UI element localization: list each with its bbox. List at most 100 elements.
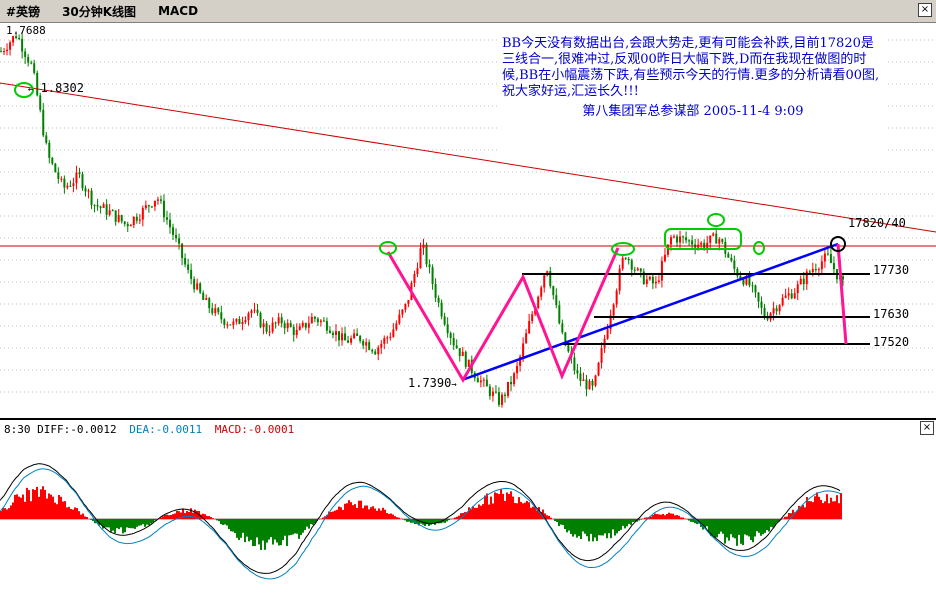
macd-bar bbox=[522, 503, 524, 519]
candle-body bbox=[612, 304, 615, 316]
macd-bar bbox=[822, 503, 824, 519]
macd-bar bbox=[168, 515, 170, 519]
macd-bar bbox=[668, 512, 670, 519]
macd-bar bbox=[736, 519, 738, 546]
candle-body bbox=[377, 347, 380, 355]
macd-bar bbox=[330, 511, 332, 519]
macd-bar bbox=[296, 519, 298, 534]
candle-body bbox=[814, 269, 817, 271]
candle-body bbox=[286, 323, 289, 329]
macd-bar bbox=[490, 496, 492, 519]
candle-body bbox=[561, 323, 564, 333]
macd-bar bbox=[352, 505, 354, 519]
macd-bar bbox=[492, 503, 494, 519]
candle-body bbox=[808, 271, 811, 273]
macd-bar bbox=[288, 519, 290, 536]
macd-bar bbox=[46, 498, 48, 519]
macd-bar bbox=[630, 519, 632, 525]
candle-body bbox=[790, 293, 793, 299]
candle-body bbox=[820, 261, 823, 270]
macd-bar bbox=[392, 514, 394, 519]
candle-body bbox=[271, 322, 274, 332]
candle-body bbox=[416, 268, 419, 275]
candle-body bbox=[66, 185, 69, 188]
candle-body bbox=[325, 321, 328, 331]
macd-bar bbox=[106, 519, 108, 528]
macd-bar bbox=[6, 509, 8, 519]
macd-bar bbox=[138, 519, 140, 526]
macd-bar bbox=[396, 517, 398, 519]
macd-bar bbox=[580, 519, 582, 539]
macd-bar bbox=[398, 517, 400, 519]
candle-body bbox=[712, 233, 715, 236]
macd-bar bbox=[828, 503, 830, 519]
macd-bar bbox=[92, 519, 94, 521]
candle-body bbox=[522, 343, 525, 357]
macd-bar bbox=[338, 506, 340, 519]
macd-bar bbox=[678, 515, 680, 519]
macd-bar bbox=[104, 519, 106, 528]
macd-bar bbox=[116, 519, 118, 529]
candle-body bbox=[398, 314, 401, 324]
macd-bar bbox=[278, 519, 280, 546]
analysis-annotation[interactable]: BB今天没有数据出台,会跟大势走,更有可能会补跌,目前17820是三线合一,很难… bbox=[500, 36, 886, 152]
candle-body bbox=[196, 283, 199, 290]
candle-body bbox=[413, 274, 416, 283]
macd-bar bbox=[356, 507, 358, 519]
macd-bar bbox=[370, 507, 372, 519]
candle-body bbox=[322, 320, 325, 322]
annotation-signature: 第八集团军总参谋部 2005-11-4 9:09 bbox=[582, 104, 804, 119]
candle-body bbox=[356, 333, 359, 336]
macd-bar bbox=[40, 489, 42, 519]
candle-body bbox=[304, 323, 307, 328]
macd-bar bbox=[732, 519, 734, 538]
candle-body bbox=[482, 379, 485, 381]
macd-bar bbox=[144, 519, 146, 527]
macd-bar bbox=[54, 502, 56, 519]
macd-bar bbox=[654, 513, 656, 519]
candle-body bbox=[371, 349, 374, 352]
candle-body bbox=[241, 322, 244, 325]
candle-body bbox=[748, 276, 751, 286]
macd-bar bbox=[16, 494, 18, 519]
candle-body bbox=[81, 174, 84, 189]
macd-bar bbox=[564, 519, 566, 530]
macd-bar bbox=[434, 519, 436, 525]
macd-bar bbox=[366, 505, 368, 519]
macd-bar bbox=[720, 519, 722, 532]
candle-body bbox=[307, 323, 310, 328]
macd-bar bbox=[562, 519, 564, 525]
candle-body bbox=[30, 62, 33, 64]
macd-close-icon[interactable]: × bbox=[920, 421, 934, 435]
macd-bar bbox=[336, 509, 338, 519]
candle-body bbox=[531, 314, 534, 322]
macd-bar bbox=[10, 505, 12, 519]
candle-body bbox=[9, 42, 12, 50]
candle-body bbox=[419, 248, 422, 269]
zigzag-pattern bbox=[386, 247, 620, 383]
candle-body bbox=[172, 227, 175, 235]
macd-bar bbox=[174, 513, 176, 519]
ascending-trendline bbox=[461, 242, 839, 382]
candle-body bbox=[386, 337, 389, 339]
candle-body bbox=[253, 309, 256, 311]
candle-body bbox=[706, 242, 709, 248]
candle-body bbox=[265, 323, 268, 332]
candle-body bbox=[660, 261, 663, 281]
candle-body bbox=[159, 199, 162, 201]
macd-bar bbox=[504, 501, 506, 519]
candle-body bbox=[75, 172, 78, 184]
candle-body bbox=[778, 305, 781, 312]
candle-body bbox=[476, 378, 479, 383]
macd-bar bbox=[134, 519, 136, 529]
candle-body bbox=[657, 280, 660, 282]
macd-bar bbox=[674, 515, 676, 519]
macd-value: MACD:-0.0001 bbox=[214, 423, 295, 436]
macd-bar bbox=[620, 519, 622, 530]
macd-bar bbox=[62, 501, 64, 519]
candle-body bbox=[446, 324, 449, 334]
macd-bar bbox=[758, 519, 760, 533]
macd-bar bbox=[660, 514, 662, 519]
candle-body bbox=[99, 206, 102, 208]
candle-body bbox=[193, 279, 196, 290]
